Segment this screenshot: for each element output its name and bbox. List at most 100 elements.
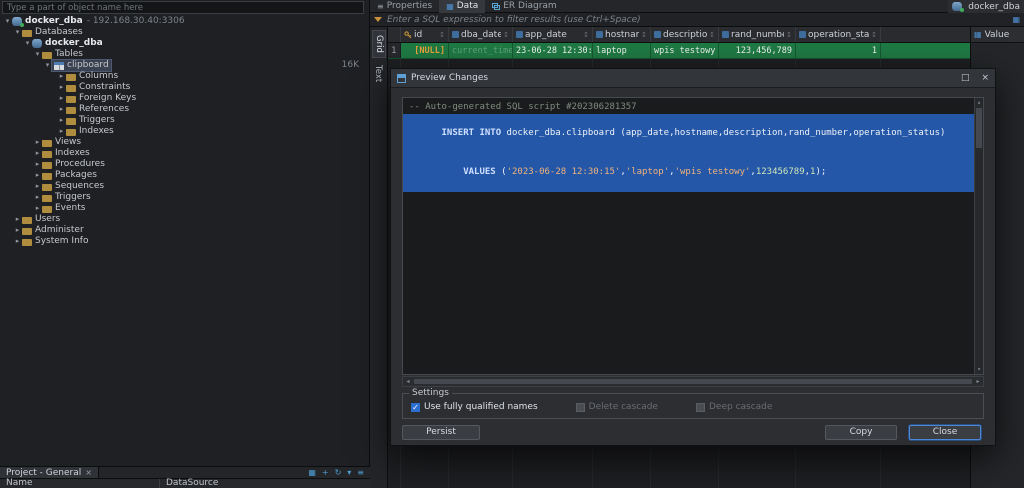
chevron-right-icon[interactable]: ▸ [13,225,22,236]
column-header-hostname[interactable]: hostname ↕ [593,27,651,42]
tree-item-triggers-db[interactable]: ▸ Triggers [0,192,369,203]
tree-item-connection[interactable]: ▾ docker_dba - 192.168.30.40:3306 [0,16,369,27]
tree-item-indexes[interactable]: ▸ Indexes [0,126,369,137]
chevron-right-icon[interactable]: ▸ [57,104,66,115]
column-header-name[interactable]: Name [0,479,160,488]
tree-item-procedures[interactable]: ▸ Procedures [0,159,369,170]
column-header-dba-date[interactable]: dba_date ↕ [449,27,513,42]
close-icon[interactable]: × [981,73,989,83]
horizontal-scrollbar[interactable]: ◂ ▸ [402,376,984,387]
column-header-id[interactable]: id ↕ [401,27,449,42]
chevron-down-icon[interactable]: ▾ [3,16,12,27]
scrollbar-thumb[interactable] [976,108,982,148]
scroll-up-icon[interactable]: ▴ [975,98,983,107]
tree-item-columns[interactable]: ▸ Columns [0,71,369,82]
column-header-app-date[interactable]: app_date ↕ [513,27,593,42]
sort-icon[interactable]: ↕ [709,31,715,39]
sort-icon[interactable]: ↕ [871,31,877,39]
add-icon[interactable]: + [322,468,329,477]
scroll-down-icon[interactable]: ▾ [975,365,983,374]
tree-item-tables[interactable]: ▾ Tables [0,49,369,60]
tree-item-clipboard[interactable]: ▾ clipboard 16K [0,60,369,71]
chevron-down-icon[interactable]: ▾ [13,27,22,38]
tree-item-packages[interactable]: ▸ Packages [0,170,369,181]
sort-icon[interactable]: ↕ [641,31,647,39]
column-header-description[interactable]: description ↕ [651,27,719,42]
tab-docker-dba-editor[interactable]: docker_dba [948,0,1024,13]
menu-icon[interactable]: ≡ [357,468,364,477]
scrollbar-thumb[interactable] [414,379,972,384]
cell-operation-status[interactable]: 1 [796,43,881,58]
chevron-right-icon[interactable]: ▸ [13,236,22,247]
cell-id[interactable]: [NULL] [401,43,449,58]
dialog-titlebar[interactable]: Preview Changes □ × [391,69,995,88]
scroll-right-icon[interactable]: ▸ [973,378,983,385]
maximize-icon[interactable]: □ [961,73,970,83]
column-header-operation-status[interactable]: operation_status ↕ [796,27,881,42]
chevron-right-icon[interactable]: ▸ [33,159,42,170]
sort-icon[interactable]: ↕ [583,31,589,39]
cell-description[interactable]: wpis testowy [651,43,719,58]
chevron-down-icon[interactable]: ▾ [23,38,32,49]
cell-app-date[interactable]: 23-06-28 12:30:15 [513,43,593,58]
copy-button[interactable]: Copy [825,425,897,440]
tab-er-diagram[interactable]: ER Diagram [485,0,563,13]
column-header-datasource[interactable]: DataSource [160,479,224,488]
close-button[interactable]: Close [909,425,981,440]
chevron-right-icon[interactable]: ▸ [33,192,42,203]
row-number[interactable]: 1 [388,43,401,58]
scroll-left-icon[interactable]: ◂ [403,378,413,385]
table-icon [54,62,64,70]
chevron-right-icon[interactable]: ▸ [57,71,66,82]
tree-item-views[interactable]: ▸ Views [0,137,369,148]
sql-preview-editor[interactable]: -- Auto-generated SQL script #2023062813… [402,97,984,375]
chevron-right-icon[interactable]: ▸ [33,181,42,192]
tree-item-references[interactable]: ▸ References [0,104,369,115]
tree-item-system-info[interactable]: ▸ System Info [0,236,369,247]
refresh-icon[interactable]: ↻ [335,468,342,477]
sort-icon[interactable]: ↕ [786,31,792,39]
cell-hostname[interactable]: laptop [593,43,651,58]
tab-data[interactable]: ▦ Data [439,0,485,13]
tab-project-general[interactable]: Project - General × [0,467,99,479]
diagram-icon[interactable]: ▦ [308,468,316,477]
tree-item-triggers[interactable]: ▸ Triggers [0,115,369,126]
chevron-right-icon[interactable]: ▸ [13,214,22,225]
chevron-down-icon[interactable]: ▾ [33,49,42,60]
tree-item-databases[interactable]: ▾ Databases [0,27,369,38]
tree-item-foreign-keys[interactable]: ▸ Foreign Keys [0,93,369,104]
sort-icon[interactable]: ↕ [503,31,509,39]
tree-item-indexes-db[interactable]: ▸ Indexes [0,148,369,159]
persist-button[interactable]: Persist [402,425,480,440]
chevron-right-icon[interactable]: ▸ [33,148,42,159]
tree-item-constraints[interactable]: ▸ Constraints [0,82,369,93]
tree-item-administer[interactable]: ▸ Administer [0,225,369,236]
tree-item-sequences[interactable]: ▸ Sequences [0,181,369,192]
tree-item-users[interactable]: ▸ Users [0,214,369,225]
result-filter-bar[interactable]: Enter a SQL expression to filter results… [370,13,1024,27]
panels-icon[interactable]: ▦ [1012,15,1020,24]
checkbox-use-fully-qualified-names[interactable]: ✓ [411,403,420,412]
grid-corner-cell[interactable] [388,27,401,42]
close-icon[interactable]: × [85,468,92,477]
chevron-right-icon[interactable]: ▸ [57,82,66,93]
chevron-right-icon[interactable]: ▸ [57,126,66,137]
sort-icon[interactable]: ↕ [439,31,445,39]
chevron-right-icon[interactable]: ▸ [33,170,42,181]
tab-text-view[interactable]: Text [372,61,384,86]
tree-item-events[interactable]: ▸ Events [0,203,369,214]
tab-properties[interactable]: ≡ Properties [370,0,439,13]
cell-rand-number[interactable]: 123,456,789 [719,43,796,58]
column-header-rand-number[interactable]: rand_number ↕ [719,27,796,42]
tab-grid-view[interactable]: Grid [372,30,386,58]
chevron-right-icon[interactable]: ▸ [33,203,42,214]
chevron-down-icon[interactable]: ▾ [43,60,52,71]
tree-item-docker-dba[interactable]: ▾ docker_dba [0,38,369,49]
vertical-scrollbar[interactable]: ▴ ▾ [974,98,983,374]
chevron-right-icon[interactable]: ▸ [33,137,42,148]
object-search-input[interactable] [2,1,364,14]
chevron-right-icon[interactable]: ▸ [57,93,66,104]
cell-dba-date[interactable]: current_timestamp() [449,43,513,58]
collapse-all-icon[interactable]: ▾ [347,468,351,477]
chevron-right-icon[interactable]: ▸ [57,115,66,126]
